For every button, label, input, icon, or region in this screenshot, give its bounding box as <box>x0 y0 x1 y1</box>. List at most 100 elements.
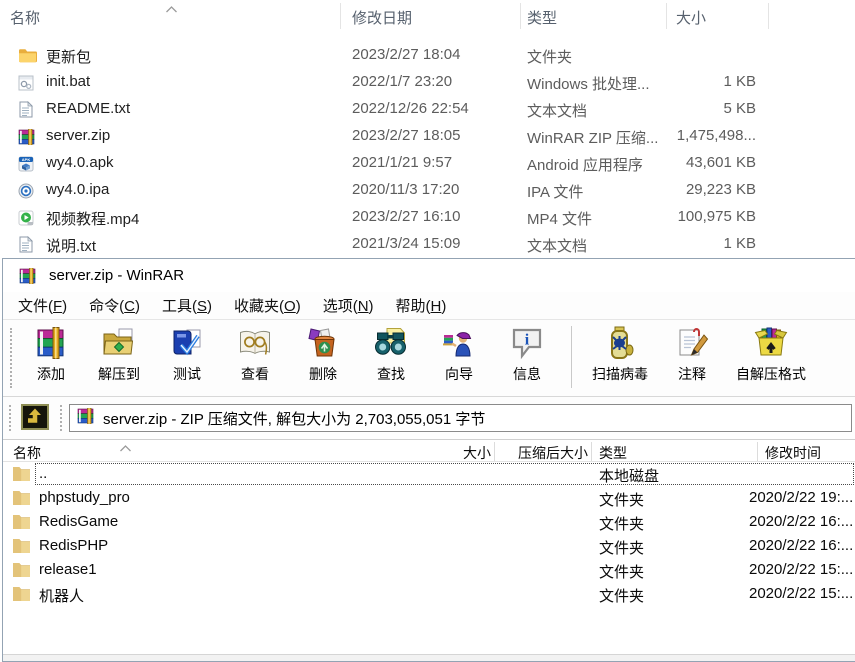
entry-name: RedisPHP <box>39 537 108 554</box>
menu-item[interactable]: 收藏夹(O) <box>223 292 312 319</box>
menu-item[interactable]: 命令(C) <box>78 292 151 319</box>
info-button[interactable]: i 信息 <box>495 320 559 384</box>
toolbar-divider <box>571 326 572 388</box>
menu-item[interactable]: 选项(N) <box>312 292 385 319</box>
delete-button[interactable]: 删除 <box>291 320 355 384</box>
sort-ascending-icon <box>165 0 178 18</box>
addressbar-grip-handle[interactable] <box>60 405 63 431</box>
column-divider[interactable] <box>768 3 769 29</box>
scan-virus-button[interactable]: 扫描病毒 <box>584 320 656 384</box>
rar-folder-icon <box>12 561 31 583</box>
column-header-name[interactable]: 名称 <box>10 7 40 28</box>
toolbar-button-label: 自解压格式 <box>736 364 806 384</box>
file-name: init.bat <box>46 73 90 90</box>
menu-item[interactable]: 文件(F) <box>7 292 78 319</box>
test-button[interactable]: 测试 <box>155 320 219 384</box>
bat-icon <box>18 74 37 91</box>
file-row[interactable]: 更新包2023/2/27 18:04文件夹 <box>0 42 855 69</box>
archive-row[interactable]: phpstudy_pro文件夹2020/2/22 19:... <box>3 486 855 510</box>
column-divider[interactable] <box>340 3 341 29</box>
txt-icon <box>18 236 37 253</box>
svg-text:APK: APK <box>22 157 31 162</box>
column-header-type[interactable]: 类型 <box>599 443 627 463</box>
file-row[interactable]: server.zip2023/2/27 18:05WinRAR ZIP 压缩..… <box>0 123 855 150</box>
file-row[interactable]: README.txt2022/12/26 22:54文本文档5 KB <box>0 96 855 123</box>
file-name: README.txt <box>46 100 130 117</box>
up-directory-button[interactable] <box>20 405 50 432</box>
column-divider[interactable] <box>666 3 667 29</box>
column-header-packed[interactable]: 压缩后大小 <box>498 443 588 463</box>
archive-row[interactable]: 机器人文件夹2020/2/22 15:... <box>3 582 855 606</box>
addressbar-grip-handle[interactable] <box>9 405 12 431</box>
winrar-zip-icon <box>18 128 37 145</box>
entry-name: 机器人 <box>39 585 84 606</box>
archive-row[interactable]: RedisGame文件夹2020/2/22 16:... <box>3 510 855 534</box>
file-row[interactable]: APKwy4.0.apk2021/1/21 9:57Android 应用程序43… <box>0 150 855 177</box>
folder-icon <box>18 47 37 64</box>
archive-row[interactable]: ..本地磁盘 <box>3 462 855 486</box>
entry-name: RedisGame <box>39 513 118 530</box>
archive-row[interactable]: RedisPHP文件夹2020/2/22 16:... <box>3 534 855 558</box>
sfx-icon <box>754 326 788 360</box>
column-header-size[interactable]: 大小 <box>403 443 491 463</box>
toolbar-button-label: 测试 <box>173 364 201 384</box>
add-archive-button[interactable]: 添加 <box>19 320 83 384</box>
menu-item[interactable]: 工具(S) <box>151 292 223 319</box>
delete-icon <box>306 326 340 360</box>
column-divider[interactable] <box>591 442 592 461</box>
comment-button[interactable]: 注释 <box>660 320 724 384</box>
column-divider[interactable] <box>494 442 495 461</box>
rar-folder-icon <box>12 537 31 559</box>
column-header-name[interactable]: 名称 <box>13 443 41 463</box>
column-header-type[interactable]: 类型 <box>527 7 557 28</box>
archive-path-combobox[interactable]: server.zip - ZIP 压缩文件, 解包大小为 2,703,055,0… <box>69 404 852 432</box>
mp4-icon <box>18 209 37 226</box>
column-divider[interactable] <box>520 3 521 29</box>
file-row[interactable]: 说明.txt2021/3/24 15:09文本文档1 KB <box>0 231 855 258</box>
screen: 名称 修改日期 类型 大小 更新包2023/2/27 18:04文件夹 init.… <box>0 0 855 662</box>
toolbar-button-label: 添加 <box>37 364 65 384</box>
sfx-button[interactable]: 自解压格式 <box>728 320 814 384</box>
winrar-toolbar: 添加 解压到测试 查看删除查找向导 i 信息 扫描病毒 注释 自解压格式 <box>3 319 855 397</box>
file-row[interactable]: init.bat2022/1/7 23:20Windows 批处理...1 KB <box>0 69 855 96</box>
info-icon: i <box>510 326 544 360</box>
toolbar-button-label: 信息 <box>513 364 541 384</box>
entry-date: 2020/2/22 16:... <box>749 537 853 554</box>
rar-folder-icon <box>12 585 31 607</box>
file-size: 5 KB <box>560 100 756 117</box>
extract-button[interactable]: 解压到 <box>87 320 151 384</box>
winrar-titlebar[interactable]: server.zip - WinRAR <box>3 259 855 292</box>
scan-virus-icon <box>603 326 637 360</box>
comment-icon <box>675 326 709 360</box>
file-date: 2021/1/21 9:57 <box>352 154 452 171</box>
winrar-zip-icon <box>77 408 95 429</box>
window-title: server.zip - WinRAR <box>49 267 184 284</box>
entry-type: 文件夹 <box>599 489 644 510</box>
wizard-button[interactable]: 向导 <box>427 320 491 384</box>
explorer-window: 名称 修改日期 类型 大小 更新包2023/2/27 18:04文件夹 init.… <box>0 0 855 258</box>
file-date: 2022/1/7 23:20 <box>352 73 452 90</box>
find-button[interactable]: 查找 <box>359 320 423 384</box>
toolbar-button-label: 扫描病毒 <box>592 364 648 384</box>
column-header-date[interactable]: 修改时间 <box>765 443 821 463</box>
file-size: 29,223 KB <box>560 181 756 198</box>
column-header-size[interactable]: 大小 <box>676 7 706 28</box>
file-row[interactable]: wy4.0.ipa2020/11/3 17:20IPA 文件29,223 KB <box>0 177 855 204</box>
toolbar-button-label: 向导 <box>445 364 473 384</box>
column-header-date[interactable]: 修改日期 <box>352 7 412 28</box>
archive-file-list: ..本地磁盘phpstudy_pro文件夹2020/2/22 19:...Red… <box>3 462 855 606</box>
txt-icon <box>18 101 37 118</box>
column-divider[interactable] <box>757 442 758 461</box>
statusbar-strip <box>3 654 855 661</box>
menu-item[interactable]: 帮助(H) <box>385 292 458 319</box>
rar-folder-icon <box>12 489 31 511</box>
entry-date: 2020/2/22 16:... <box>749 513 853 530</box>
file-name: 视频教程.mp4 <box>46 208 139 229</box>
winrar-window: server.zip - WinRAR 文件(F)命令(C)工具(S)收藏夹(O… <box>2 258 855 662</box>
file-row[interactable]: 视频教程.mp42023/2/27 16:10MP4 文件100,975 KB <box>0 204 855 231</box>
toolbar-button-label: 注释 <box>678 364 706 384</box>
wizard-icon <box>442 326 476 360</box>
view-button[interactable]: 查看 <box>223 320 287 384</box>
archive-row[interactable]: release1文件夹2020/2/22 15:... <box>3 558 855 582</box>
toolbar-grip-handle[interactable] <box>10 328 13 388</box>
